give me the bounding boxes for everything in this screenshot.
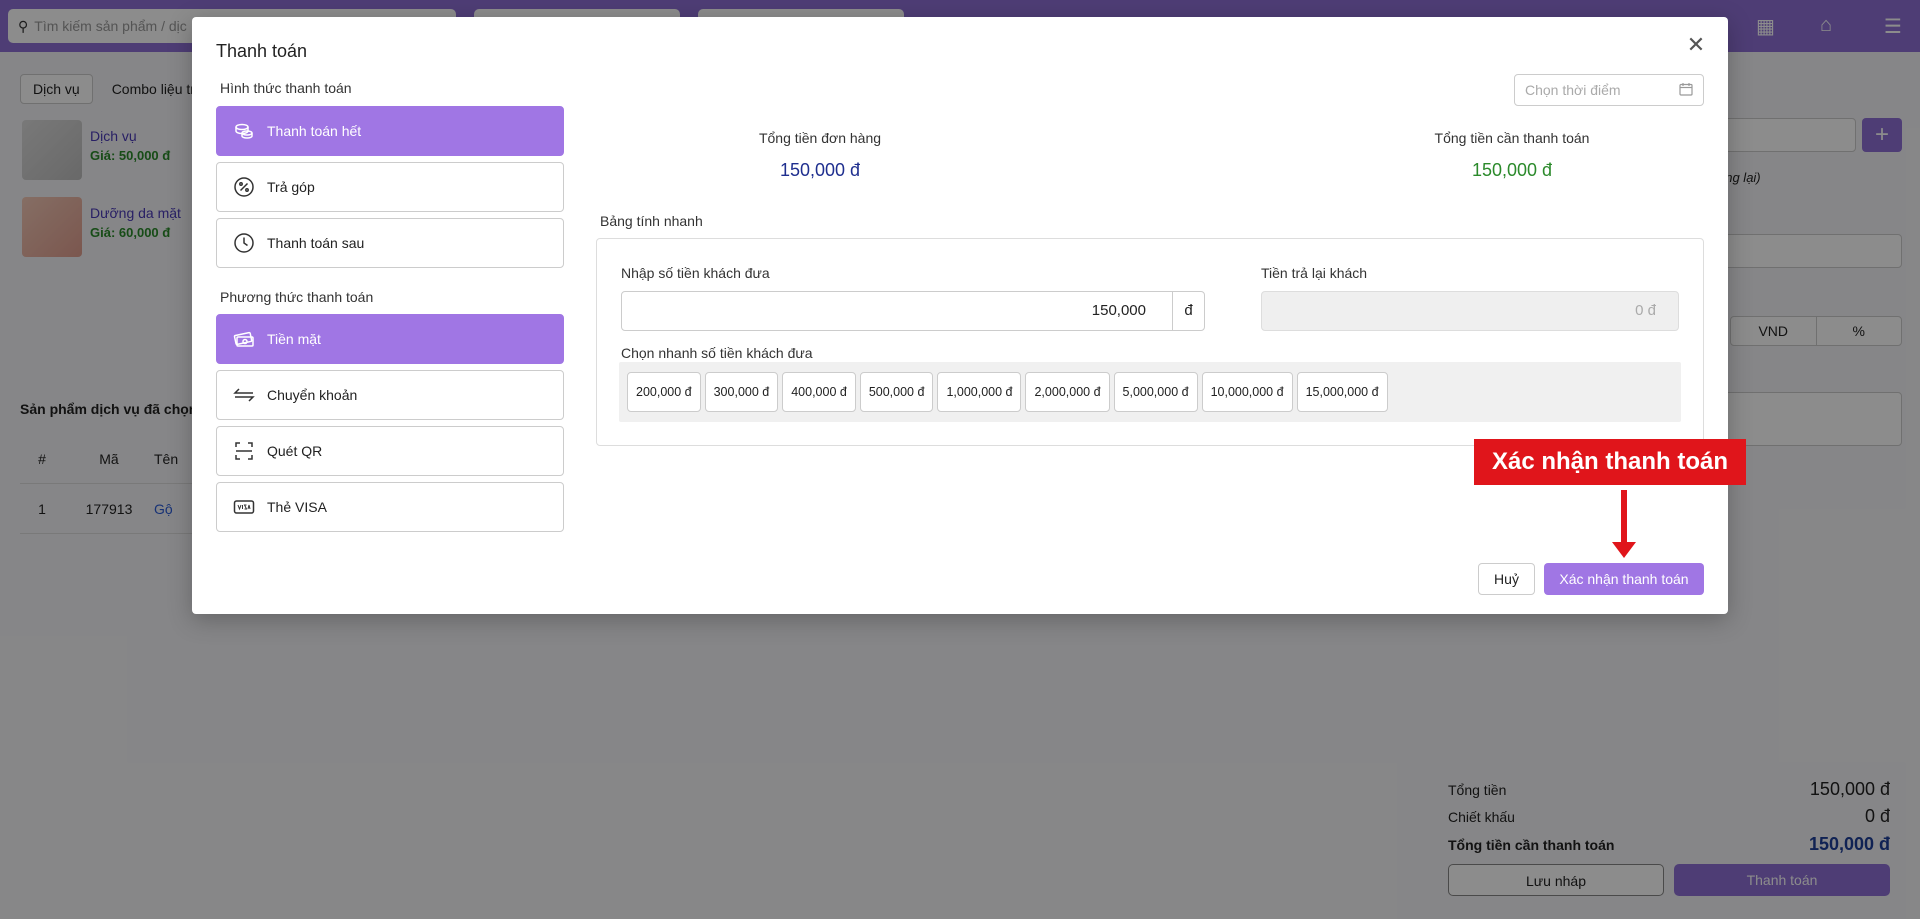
payment-method-label-text: Thẻ VISA <box>267 499 327 515</box>
annotation-arrow-head <box>1612 542 1636 558</box>
payment-method-label-text: Tiền mặt <box>267 331 321 347</box>
modal-title: Thanh toán <box>216 41 308 61</box>
annotation-arrow <box>1621 490 1627 546</box>
payment-type-label-text: Thanh toán sau <box>267 235 365 251</box>
order-total: Tổng tiền đơn hàng 150,000 đ <box>710 130 930 181</box>
payment-type-full[interactable]: Thanh toán hết <box>216 106 564 156</box>
quick-amount-button[interactable]: 2,000,000 đ <box>1025 372 1110 412</box>
payment-method-visa[interactable]: Thẻ VISA <box>216 482 564 532</box>
qr-scan-icon <box>233 440 255 462</box>
payment-type-installment[interactable]: Trả góp <box>216 162 564 212</box>
payment-date-picker[interactable]: Chọn thời điểm <box>1514 74 1704 106</box>
close-icon[interactable]: ✕ <box>1684 33 1708 57</box>
quick-pick-label: Chọn nhanh số tiền khách đưa <box>621 345 813 361</box>
amount-due: Tổng tiền cần thanh toán 150,000 đ <box>1402 130 1622 181</box>
payment-method-label-text: Quét QR <box>267 443 323 459</box>
change-amount-field: 0 đ <box>1261 291 1679 331</box>
quick-amount-button[interactable]: 500,000 đ <box>859 372 934 412</box>
quick-calc-panel: Nhập số tiền khách đưa 150,000 đ Tiền tr… <box>596 238 1704 446</box>
payment-method-cash[interactable]: Tiền mặt <box>216 314 564 364</box>
currency-unit: đ <box>1172 292 1204 330</box>
clock-icon <box>233 232 255 254</box>
quick-amount-list: 200,000 đ 300,000 đ 400,000 đ 500,000 đ … <box>619 362 1681 422</box>
transfer-icon <box>233 384 255 406</box>
amount-due-value: 150,000 đ <box>1471 160 1553 180</box>
order-total-value: 150,000 đ <box>779 160 861 180</box>
payment-method-qr[interactable]: Quét QR <box>216 426 564 476</box>
quick-calc-label: Bảng tính nhanh <box>600 213 703 229</box>
percent-badge-icon <box>233 176 255 198</box>
calendar-icon <box>1679 82 1693 99</box>
change-label: Tiền trả lại khách <box>1261 265 1368 281</box>
date-placeholder: Chọn thời điểm <box>1525 82 1621 98</box>
payment-method-label: Phương thức thanh toán <box>220 289 374 305</box>
annotation-callout: Xác nhận thanh toán <box>1474 439 1746 485</box>
cash-icon <box>233 328 255 350</box>
visa-card-icon <box>233 496 255 518</box>
cash-input-label: Nhập số tiền khách đưa <box>621 265 770 281</box>
confirm-payment-button[interactable]: Xác nhận thanh toán <box>1544 563 1704 595</box>
payment-method-transfer[interactable]: Chuyển khoản <box>216 370 564 420</box>
order-total-label: Tổng tiền đơn hàng <box>758 130 882 146</box>
quick-amount-button[interactable]: 400,000 đ <box>782 372 856 412</box>
payment-type-label: Hình thức thanh toán <box>220 80 352 96</box>
quick-amount-button[interactable]: 200,000 đ <box>627 372 701 412</box>
amount-due-label: Tổng tiền cần thanh toán <box>1434 130 1590 146</box>
quick-amount-button[interactable]: 5,000,000 đ <box>1113 372 1198 412</box>
cancel-button[interactable]: Huỷ <box>1478 563 1535 595</box>
payment-type-label-text: Trả góp <box>267 179 315 195</box>
payment-modal: Thanh toán ✕ Hình thức thanh toán Thanh … <box>192 17 1728 614</box>
payment-method-label-text: Chuyển khoản <box>267 387 358 403</box>
quick-amount-button[interactable]: 1,000,000 đ <box>937 372 1022 412</box>
quick-amount-button[interactable]: 10,000,000 đ <box>1201 372 1293 412</box>
quick-amount-button[interactable]: 300,000 đ <box>704 372 779 412</box>
cash-amount-value[interactable]: 150,000 <box>622 292 1172 330</box>
payment-type-later[interactable]: Thanh toán sau <box>216 218 564 268</box>
cash-amount-input[interactable]: 150,000 đ <box>621 291 1205 331</box>
payment-type-label-text: Thanh toán hết <box>267 123 362 139</box>
coins-icon <box>233 120 255 142</box>
quick-amount-button[interactable]: 15,000,000 đ <box>1296 372 1388 412</box>
